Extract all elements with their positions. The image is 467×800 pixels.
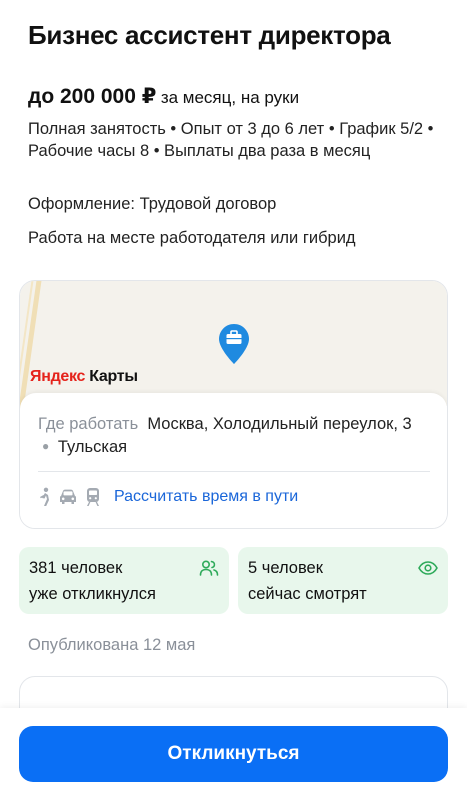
address-block: Где работать Москва, Холодильный переуло…: [38, 413, 418, 458]
metro-station: Тульская: [57, 438, 128, 456]
viewers-stat: 5 человек сейчас смотрят: [238, 547, 448, 614]
metro-dot-icon: ●: [42, 439, 50, 453]
briefcase-pin-icon[interactable]: [218, 323, 250, 365]
yandex-maps-logo: Яндекс Карты: [30, 368, 138, 386]
work-place: Работа на месте работодателя или гибрид: [28, 229, 356, 247]
address-label: Где работать: [38, 415, 139, 433]
responses-stat: 381 человек уже откликнулся: [19, 547, 229, 614]
responses-label: уже откликнулся: [29, 585, 156, 603]
eye-icon: [418, 561, 438, 575]
yandex-maps-logo-part2: Карты: [85, 368, 138, 385]
location-card: Яндекс Карты Где работать Москва, Холоди…: [19, 280, 448, 529]
job-title: Бизнес ассистент директора: [28, 20, 391, 50]
job-details: Полная занятость • Опыт от 3 до 6 лет • …: [28, 120, 434, 160]
registration-type: Оформление: Трудовой договор: [28, 195, 277, 213]
published-date: Опубликована 12 мая: [28, 636, 196, 654]
car-icon: [60, 489, 76, 504]
walk-icon: [40, 487, 49, 506]
yandex-maps-logo-part1: Яндекс: [30, 368, 86, 385]
route-calculator[interactable]: Рассчитать время в пути: [38, 487, 298, 507]
viewers-label: сейчас смотрят: [248, 585, 367, 603]
salary-amount: до 200 000 ₽: [28, 85, 157, 108]
salary: до 200 000 ₽ за месяц, на руки: [28, 84, 299, 109]
route-time-link[interactable]: Рассчитать время в пути: [114, 488, 298, 506]
address-panel: Где работать Москва, Холодильный переуло…: [20, 393, 447, 528]
respond-button[interactable]: Откликнуться: [19, 726, 448, 782]
map-view[interactable]: Яндекс Карты: [20, 281, 447, 411]
salary-note: за месяц, на руки: [160, 88, 300, 107]
viewers-count: 5 человек: [248, 559, 323, 577]
people-icon: [199, 560, 219, 576]
responses-count: 381 человек: [29, 559, 123, 577]
train-icon: [87, 488, 99, 506]
address-text: Москва, Холодильный переулок, 3: [147, 415, 412, 433]
divider: [38, 471, 430, 472]
